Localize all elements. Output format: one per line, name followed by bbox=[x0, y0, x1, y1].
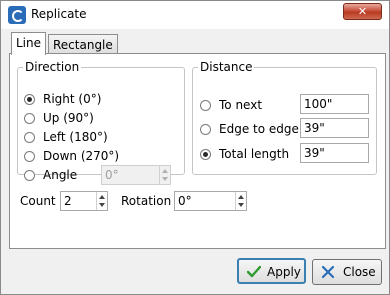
count-value: 2 bbox=[64, 194, 72, 208]
distance-group: Distance To next 100" Edge to edge 39" T… bbox=[192, 60, 377, 175]
rotation-input[interactable]: 0° bbox=[174, 191, 247, 211]
angle-spinner[interactable] bbox=[159, 166, 170, 184]
dialog-content: Line Rectangle Direction Right (0°) Up (… bbox=[5, 29, 386, 291]
direction-right-label: Right (0°) bbox=[43, 92, 102, 106]
direction-down-radio[interactable] bbox=[24, 151, 35, 162]
total-length-value: 39" bbox=[304, 146, 325, 160]
distance-legend: Distance bbox=[200, 60, 253, 74]
distance-edge-radio[interactable] bbox=[200, 124, 211, 135]
title-bar[interactable]: Replicate ✕ bbox=[1, 1, 389, 29]
tab-rectangle-label: Rectangle bbox=[53, 38, 113, 52]
line-tab-panel: Direction Right (0°) Up (90°) Left (180°… bbox=[9, 53, 386, 249]
to-next-input[interactable]: 100" bbox=[300, 94, 369, 114]
apply-label: Apply bbox=[267, 265, 301, 279]
close-button[interactable]: Close bbox=[312, 259, 382, 285]
tab-line-label: Line bbox=[16, 36, 42, 50]
tab-rectangle[interactable]: Rectangle bbox=[48, 34, 118, 55]
close-icon: ✕ bbox=[357, 5, 368, 18]
app-icon bbox=[8, 6, 26, 24]
close-label: Close bbox=[343, 265, 376, 279]
direction-angle-option[interactable]: Angle bbox=[24, 168, 94, 184]
x-icon bbox=[321, 265, 335, 279]
rotation-spinner[interactable] bbox=[235, 192, 246, 210]
distance-to-next-label: To next bbox=[219, 98, 263, 112]
rotation-value: 0° bbox=[178, 194, 192, 208]
window-title: Replicate bbox=[31, 7, 87, 21]
angle-input[interactable]: 0° bbox=[101, 165, 171, 185]
total-length-input[interactable]: 39" bbox=[300, 143, 369, 163]
distance-total-radio[interactable] bbox=[200, 149, 211, 160]
direction-legend: Direction bbox=[25, 60, 80, 74]
distance-total-label: Total length bbox=[219, 147, 290, 161]
distance-total-option[interactable]: Total length bbox=[200, 147, 296, 163]
checkmark-icon bbox=[247, 265, 261, 278]
distance-edge-label: Edge to edge bbox=[219, 122, 299, 136]
count-label: Count bbox=[20, 194, 56, 208]
distance-to-next-radio[interactable] bbox=[200, 100, 211, 111]
direction-up-option[interactable]: Up (90°) bbox=[24, 111, 174, 127]
direction-left-radio[interactable] bbox=[24, 132, 35, 143]
direction-group: Direction Right (0°) Up (90°) Left (180°… bbox=[17, 60, 185, 185]
direction-angle-radio[interactable] bbox=[24, 170, 35, 181]
count-input[interactable]: 2 bbox=[60, 191, 108, 211]
edge-to-edge-input[interactable]: 39" bbox=[300, 118, 369, 138]
rotation-label: Rotation bbox=[121, 194, 172, 208]
tab-line[interactable]: Line bbox=[11, 32, 47, 55]
edge-to-edge-value: 39" bbox=[304, 121, 325, 135]
window-close-button[interactable]: ✕ bbox=[343, 3, 382, 20]
direction-down-label: Down (270°) bbox=[43, 149, 120, 163]
direction-right-radio[interactable] bbox=[24, 94, 35, 105]
direction-left-label: Left (180°) bbox=[43, 130, 108, 144]
apply-button[interactable]: Apply bbox=[237, 258, 306, 284]
direction-up-radio[interactable] bbox=[24, 113, 35, 124]
angle-input-value: 0° bbox=[105, 168, 119, 182]
direction-left-option[interactable]: Left (180°) bbox=[24, 130, 174, 146]
to-next-value: 100" bbox=[304, 97, 333, 111]
distance-edge-option[interactable]: Edge to edge bbox=[200, 122, 299, 138]
distance-to-next-option[interactable]: To next bbox=[200, 98, 296, 114]
count-spinner[interactable] bbox=[96, 192, 107, 210]
direction-angle-label: Angle bbox=[43, 168, 78, 182]
replicate-dialog: Replicate ✕ Line Rectangle Direction Rig… bbox=[0, 0, 390, 295]
direction-up-label: Up (90°) bbox=[43, 111, 94, 125]
direction-down-option[interactable]: Down (270°) bbox=[24, 149, 174, 165]
direction-right-option[interactable]: Right (0°) bbox=[24, 92, 174, 108]
